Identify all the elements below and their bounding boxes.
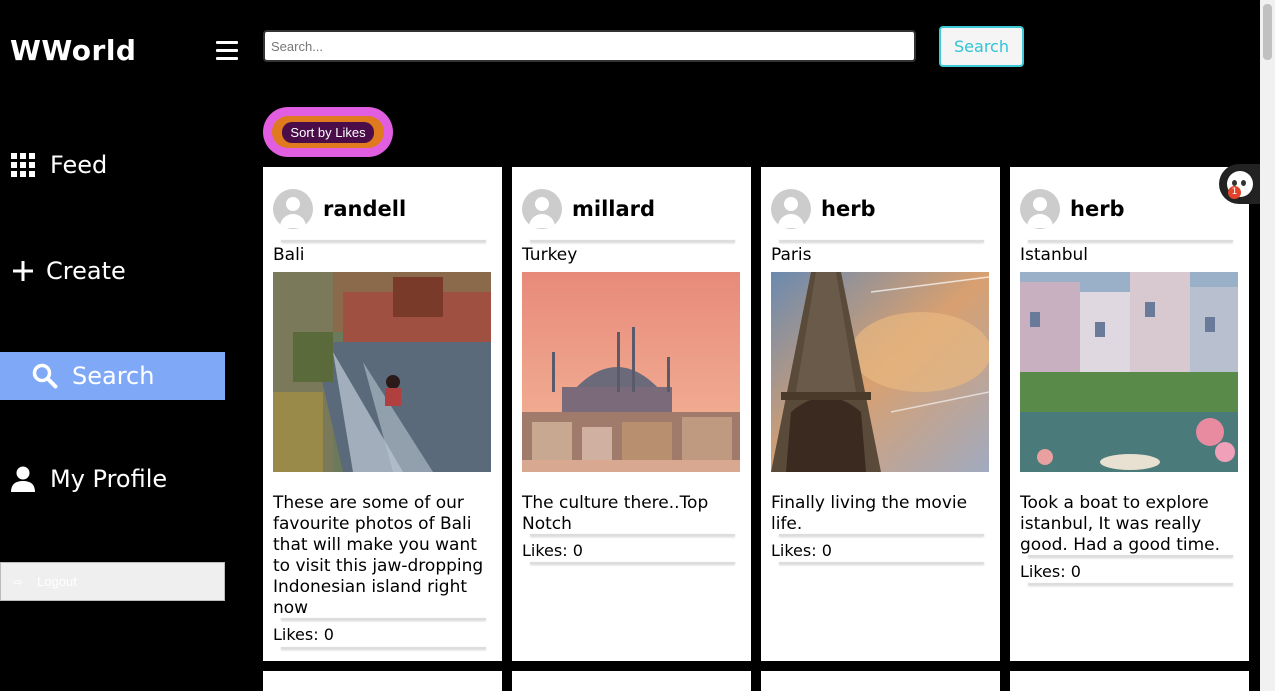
sidebar-item-my-profile[interactable]: My Profile — [0, 455, 225, 503]
search-icon — [32, 363, 58, 389]
grid-icon — [10, 152, 36, 178]
avatar[interactable] — [1020, 189, 1060, 229]
avatar[interactable] — [273, 189, 313, 229]
post-photo[interactable] — [522, 272, 740, 472]
post-card[interactable] — [263, 671, 502, 691]
post-card[interactable] — [512, 671, 751, 691]
divider — [779, 562, 984, 564]
post-likes: Likes: 0 — [273, 625, 334, 644]
post-photo[interactable] — [1020, 272, 1238, 472]
post-header: herb — [771, 189, 876, 229]
post-location: Paris — [771, 245, 812, 265]
post-likes: Likes: 0 — [771, 541, 832, 560]
chat-assistant-button[interactable]: 1 — [1219, 164, 1261, 204]
divider — [779, 240, 984, 242]
post-likes: Likes: 0 — [522, 541, 583, 560]
post-location: Istanbul — [1020, 245, 1089, 265]
post-card[interactable]: randell Bali These are some of our favou… — [263, 167, 502, 661]
sidebar: WWorld Feed Create Search My Profile ⇨ L… — [0, 0, 225, 691]
sidebar-item-label: Feed — [50, 151, 108, 179]
sort-button-label: Sort by Likes — [282, 121, 374, 143]
sidebar-item-label: My Profile — [50, 465, 168, 493]
divider — [1028, 583, 1233, 585]
sidebar-item-label: Search — [72, 362, 155, 390]
divider — [1028, 555, 1233, 557]
divider — [1028, 240, 1233, 242]
post-caption: The culture there..Top Notch — [522, 493, 709, 534]
notification-badge: 1 — [1228, 186, 1241, 199]
logout-icon: ⇨ — [13, 574, 24, 589]
post-header: millard — [522, 189, 655, 229]
plus-icon — [10, 258, 36, 284]
avatar[interactable] — [771, 189, 811, 229]
post-card[interactable] — [761, 671, 1000, 691]
post-header: herb — [1020, 189, 1125, 229]
sidebar-item-label: Create — [46, 257, 126, 285]
post-caption: Took a boat to explore istanbul, It was … — [1020, 493, 1221, 555]
sort-by-likes-button[interactable]: Sort by Likes — [272, 116, 384, 148]
post-caption: Finally living the movie life. — [771, 493, 968, 534]
logout-label: Logout — [37, 574, 77, 589]
post-photo[interactable] — [273, 272, 491, 472]
sidebar-item-feed[interactable]: Feed — [0, 141, 225, 189]
user-icon — [10, 466, 36, 492]
post-card[interactable] — [1010, 671, 1249, 691]
divider — [530, 562, 735, 564]
search-input[interactable] — [263, 30, 916, 62]
post-likes: Likes: 0 — [1020, 562, 1081, 581]
post-username[interactable]: herb — [1070, 197, 1125, 221]
post-username[interactable]: herb — [821, 197, 876, 221]
sidebar-item-create[interactable]: Create — [0, 247, 225, 295]
post-username[interactable]: randell — [323, 197, 406, 221]
hamburger-menu-icon[interactable] — [216, 41, 238, 63]
divider — [281, 647, 486, 649]
logout-button[interactable]: ⇨ Logout — [0, 562, 225, 601]
divider — [779, 534, 984, 536]
search-button[interactable]: Search — [939, 26, 1024, 67]
vertical-scrollbar[interactable] — [1260, 0, 1275, 691]
brand-logo[interactable]: WWorld — [10, 34, 136, 67]
post-location: Bali — [273, 245, 305, 265]
divider — [530, 534, 735, 536]
sort-by-likes-button-wrapper: Sort by Likes — [263, 107, 393, 157]
post-photo[interactable] — [771, 272, 989, 472]
post-card[interactable]: millard Turkey The culture there..Top No… — [512, 167, 751, 661]
post-card[interactable]: herb Istanbul Took a boat to explore ist… — [1010, 167, 1249, 661]
post-card[interactable]: herb Paris Finally living the movie life… — [761, 167, 1000, 661]
divider — [530, 240, 735, 242]
post-header: randell — [273, 189, 406, 229]
post-caption: These are some of our favourite photos o… — [273, 493, 484, 618]
avatar[interactable] — [522, 189, 562, 229]
post-username[interactable]: millard — [572, 197, 655, 221]
divider — [281, 240, 486, 242]
divider — [281, 618, 486, 620]
scrollbar-thumb[interactable] — [1263, 4, 1272, 60]
post-location: Turkey — [522, 245, 578, 265]
sidebar-item-search[interactable]: Search — [0, 352, 225, 400]
